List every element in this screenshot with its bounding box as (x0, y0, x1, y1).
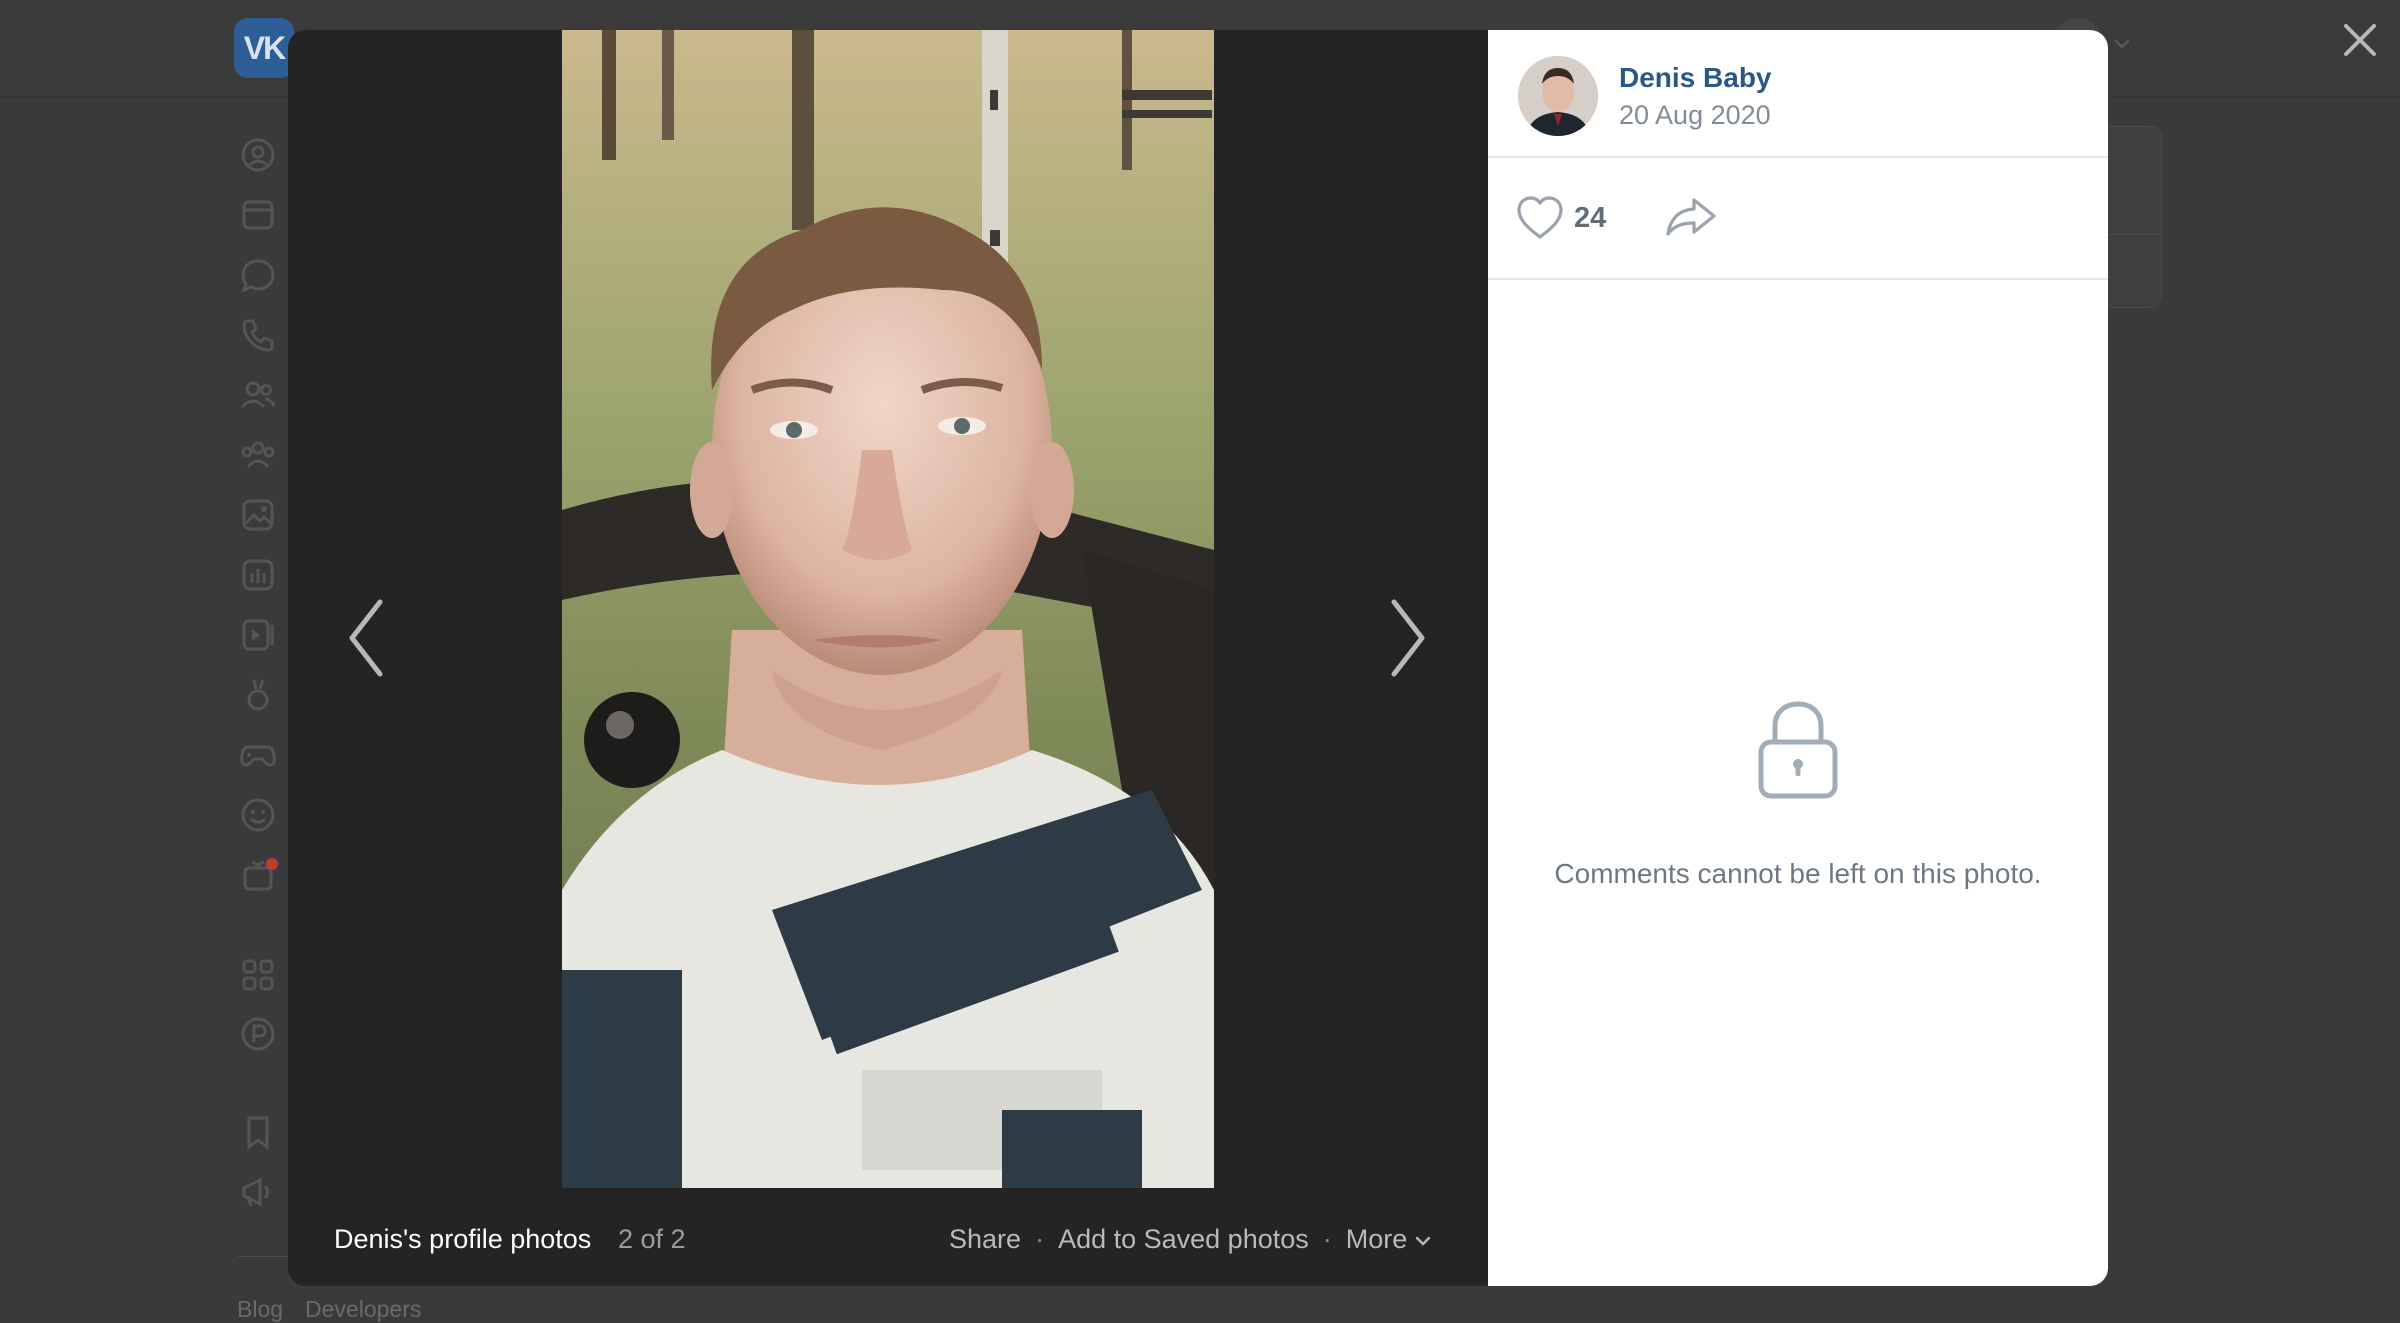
messenger-icon[interactable] (238, 255, 278, 295)
like-button[interactable]: 24 (1514, 188, 1606, 248)
album-title-link[interactable]: Denis's profile photos (334, 1224, 591, 1255)
vk-logo[interactable]: VK (234, 18, 294, 78)
like-count: 24 (1574, 201, 1607, 234)
photo-info-panel: Denis Baby 20 Aug 2020 24 Comments canno… (1488, 30, 2108, 1286)
music-icon[interactable] (238, 555, 278, 595)
photos-icon[interactable] (238, 495, 278, 535)
next-photo-arrow-icon[interactable] (1378, 568, 1438, 708)
add-to-saved-link[interactable]: Add to Saved photos (1058, 1224, 1309, 1254)
author-header: Denis Baby 20 Aug 2020 (1488, 30, 2108, 158)
share-link[interactable]: Share (949, 1224, 1021, 1254)
games-icon[interactable] (238, 735, 278, 775)
payments-icon[interactable] (238, 1014, 278, 1054)
chevron-down-icon (1416, 1236, 1431, 1246)
more-menu-button[interactable]: More (1346, 1224, 1434, 1254)
footer-link-blog[interactable]: Blog (237, 1296, 283, 1322)
previous-photo-arrow-icon[interactable] (336, 568, 396, 708)
chevron-down-icon[interactable] (2112, 34, 2132, 54)
author-name-link[interactable]: Denis Baby (1619, 62, 1772, 94)
separator-dot: · (1322, 1224, 1332, 1254)
photo-counter: 2 of 2 (618, 1224, 686, 1254)
background-card-divider (2100, 234, 2160, 235)
ads-icon[interactable] (238, 1172, 278, 1212)
communities-icon[interactable] (238, 435, 278, 475)
author-avatar[interactable] (1518, 56, 1598, 136)
heart-icon (1517, 196, 1563, 239)
separator-dot: · (1035, 1224, 1045, 1254)
bookmarks-icon[interactable] (238, 1112, 278, 1152)
more-label: More (1345, 1224, 1408, 1254)
videos-icon[interactable] (238, 615, 278, 655)
reactions-row: 24 (1488, 158, 2108, 280)
footer-link-developers[interactable]: Developers (305, 1296, 421, 1322)
lock-icon (1758, 701, 1838, 799)
photo-viewer: Denis's profile photos 2 of 2 Share · Add … (288, 30, 2108, 1286)
friends-icon[interactable] (238, 375, 278, 415)
share-arrow-icon[interactable] (1664, 192, 1718, 240)
post-date: 20 Aug 2020 (1619, 100, 1771, 130)
profile-icon[interactable] (238, 135, 278, 175)
stickers-icon[interactable] (238, 795, 278, 835)
sidebar-divider (238, 1256, 294, 1257)
photo-bottom-bar: Denis's profile photos 2 of 2 Share · Add … (288, 1188, 1488, 1286)
photo-area: Denis's profile photos 2 of 2 Share · Add … (288, 30, 1488, 1286)
notification-dot (266, 858, 278, 870)
clips-icon[interactable] (238, 675, 278, 715)
photo[interactable] (562, 30, 1214, 1188)
comments-disabled-message: Comments cannot be left on this photo. (1554, 858, 2042, 889)
footer-links: Blog Developers (237, 1296, 443, 1323)
mini-apps-icon[interactable] (238, 955, 278, 995)
close-icon[interactable] (2336, 16, 2384, 64)
calls-icon[interactable] (238, 315, 278, 355)
news-icon[interactable] (238, 195, 278, 235)
background-card (2100, 126, 2162, 308)
photo-actions: Share · Add to Saved photos · More (949, 1224, 1433, 1255)
